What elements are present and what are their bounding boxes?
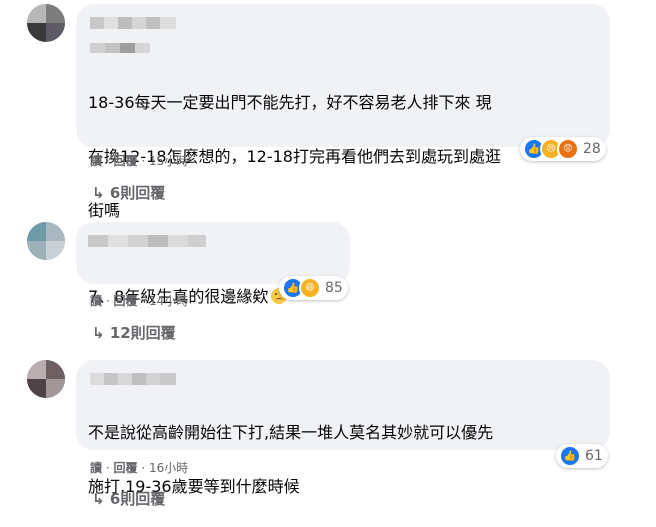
view-replies-link[interactable]: ↳ 6則回覆: [92, 488, 165, 509]
like-reaction-icon: 👍: [559, 445, 581, 467]
reply-button[interactable]: 回覆: [114, 154, 138, 168]
avatar[interactable]: [27, 4, 65, 42]
comment-bubble: 7、8年級生真的很邊緣欸: [76, 222, 350, 306]
separator: ·: [141, 461, 146, 475]
separator: ·: [141, 294, 146, 308]
view-replies-link[interactable]: ↳ 6則回覆: [92, 182, 165, 203]
angry-reaction-icon: 😡: [557, 138, 579, 160]
replies-label: 12則回覆: [109, 324, 176, 342]
reaction-count: 85: [325, 280, 343, 296]
reaction-count: 61: [585, 448, 603, 464]
timestamp[interactable]: 16小時: [149, 461, 188, 475]
replies-label: 6則回覆: [109, 184, 166, 202]
comment-text-line: 不是說從高齡開始往下打,結果一堆人莫名其妙就可以優先: [88, 423, 494, 442]
read-link[interactable]: 讀: [90, 294, 102, 308]
comment-bubble: 18-36每天一定要出門不能先打，好不容易老人排下來 現 在換12-18怎麼想的…: [76, 4, 610, 220]
reaction-count: 28: [583, 141, 601, 157]
comment-1: 18-36每天一定要出門不能先打，好不容易老人排下來 現 在換12-18怎麼想的…: [0, 0, 656, 220]
reply-button[interactable]: 回覆: [114, 294, 138, 308]
reply-arrow-icon: ↳: [92, 490, 105, 508]
comment-actions: 讀 · 回覆 · 16小時: [90, 459, 188, 476]
reaction-summary[interactable]: 👍 61: [556, 444, 608, 468]
reaction-summary[interactable]: 👍 😆 85: [279, 276, 348, 300]
timestamp[interactable]: 14小時: [149, 294, 188, 308]
comment-2: 7、8年級生真的很邊緣欸 👍 😆 85 讀 · 回覆 · 14小時 ↳ 12則回…: [0, 218, 656, 348]
separator: ·: [141, 154, 146, 168]
separator: ·: [105, 154, 110, 168]
commenter-name-blurred[interactable]: [88, 232, 206, 247]
commenter-subline-blurred: [90, 38, 150, 53]
separator: ·: [105, 294, 110, 308]
comment-3: 不是說從高齡開始往下打,結果一堆人莫名其妙就可以優先 施打,19-36歲要等到什…: [0, 356, 656, 517]
haha-reaction-icon: 😆: [299, 277, 321, 299]
reaction-summary[interactable]: 👍 😢 😡 28: [520, 137, 606, 161]
comment-text-line: 施打,19-36歲要等到什麼時候: [88, 477, 300, 496]
comment-text-line: 18-36每天一定要出門不能先打，好不容易老人排下來 現: [88, 93, 492, 112]
separator: ·: [105, 461, 110, 475]
read-link[interactable]: 讀: [90, 154, 102, 168]
comment-bubble: 不是說從高齡開始往下打,結果一堆人莫名其妙就可以優先 施打,19-36歲要等到什…: [76, 360, 610, 496]
timestamp[interactable]: 15小時: [149, 154, 188, 168]
replies-label: 6則回覆: [109, 490, 166, 508]
avatar[interactable]: [27, 222, 65, 260]
commenter-name-blurred[interactable]: [90, 14, 176, 29]
comment-actions: 讀 · 回覆 · 15小時: [90, 152, 188, 169]
reply-arrow-icon: ↳: [92, 184, 105, 202]
avatar[interactable]: [27, 360, 65, 398]
reply-arrow-icon: ↳: [92, 324, 105, 342]
reply-button[interactable]: 回覆: [114, 461, 138, 475]
commenter-name-blurred[interactable]: [90, 370, 176, 385]
comment-actions: 讀 · 回覆 · 14小時: [90, 292, 188, 309]
view-replies-link[interactable]: ↳ 12則回覆: [92, 322, 176, 343]
read-link[interactable]: 讀: [90, 461, 102, 475]
